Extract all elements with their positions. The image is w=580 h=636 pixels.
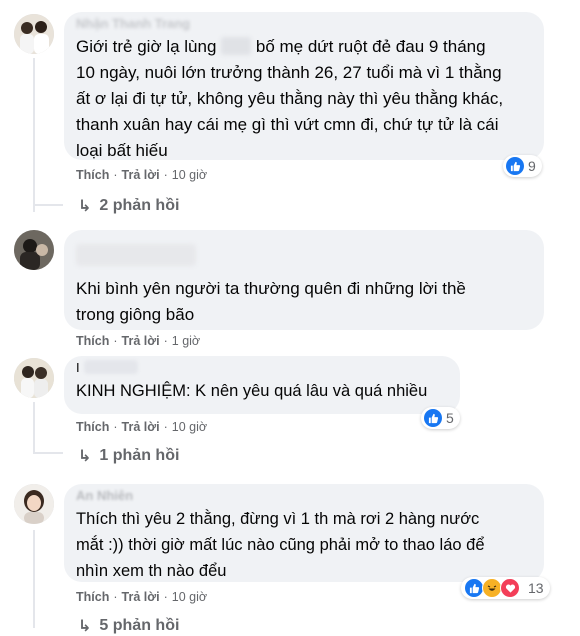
reply-arrow-icon: ↳ (78, 448, 92, 465)
comment-bubble: Khi bình yên người ta thường quên đi nhữ… (64, 230, 544, 330)
timestamp[interactable]: 1 giờ (172, 334, 200, 348)
thread-line-curve (33, 452, 63, 454)
thread-line (33, 530, 35, 628)
avatar[interactable] (14, 14, 54, 54)
like-button[interactable]: Thích (76, 168, 109, 182)
reaction-summary[interactable]: 9 (503, 155, 542, 177)
thread-line (33, 58, 35, 212)
comment-text: Giới trẻ giờ lạ lùng bố mẹ dứt ruột đẻ đ… (76, 37, 504, 160)
haha-reaction-icon (482, 578, 502, 598)
reply-arrow-icon: ↳ (78, 198, 92, 215)
view-replies-link[interactable]: ↳ 2 phản hồi (78, 196, 179, 216)
like-reaction-icon (424, 409, 442, 427)
reaction-summary[interactable]: 5 (421, 407, 460, 429)
reaction-summary[interactable]: 13 (461, 577, 550, 599)
love-reaction-icon (500, 578, 520, 598)
reply-button[interactable]: Trả lời (122, 334, 160, 348)
like-button[interactable]: Thích (76, 420, 109, 434)
reply-button[interactable]: Trả lời (122, 168, 160, 182)
comment-author[interactable]: Nhận Thanh Trang (76, 12, 532, 34)
like-reaction-icon (464, 578, 484, 598)
avatar[interactable] (14, 484, 54, 524)
comment-text: Khi bình yên người ta thường quên đi nhữ… (76, 279, 466, 324)
like-button[interactable]: Thích (76, 590, 109, 604)
thread-line (33, 402, 35, 454)
reaction-count: 5 (446, 410, 454, 426)
view-replies-link[interactable]: ↳ 1 phản hồi (78, 446, 179, 466)
comment-bubble: Nhận Thanh Trang Giới trẻ giờ lạ lùng bố… (64, 12, 544, 160)
timestamp[interactable]: 10 giờ (172, 590, 207, 604)
comment-author[interactable]: I (76, 356, 448, 378)
avatar[interactable] (14, 358, 54, 398)
redacted-word (221, 37, 252, 55)
reply-arrow-icon: ↳ (78, 618, 92, 635)
comment-actions: Thích · Trả lời · 10 giờ (76, 420, 208, 434)
avatar[interactable] (14, 230, 54, 270)
comment-text: KINH NGHIỆM: K nên yêu quá lâu và quá nh… (76, 382, 428, 400)
reply-button[interactable]: Trả lời (122, 420, 160, 434)
thread-line-curve (33, 204, 63, 206)
reaction-count: 9 (528, 158, 536, 174)
like-reaction-icon (506, 157, 524, 175)
like-button[interactable]: Thích (76, 334, 109, 348)
comment-bubble: An Nhiên Thích thì yêu 2 thằng, đừng vì … (64, 484, 544, 582)
reaction-count: 13 (528, 580, 544, 596)
comment-author[interactable] (76, 230, 532, 276)
view-replies-link[interactable]: ↳ 5 phản hồi (78, 616, 179, 636)
comment-author[interactable]: An Nhiên (76, 484, 532, 506)
comment-text: Thích thì yêu 2 thằng, đừng vì 1 th mà r… (76, 510, 485, 580)
comment-actions: Thích · Trả lời · 1 giờ (76, 334, 201, 348)
timestamp[interactable]: 10 giờ (172, 420, 207, 434)
timestamp[interactable]: 10 giờ (172, 168, 207, 182)
reply-button[interactable]: Trả lời (122, 590, 160, 604)
comment-bubble: I KINH NGHIỆM: K nên yêu quá lâu và quá … (64, 356, 460, 414)
comment-actions: Thích · Trả lời · 10 giờ (76, 168, 208, 182)
comment-actions: Thích · Trả lời · 10 giờ (76, 590, 208, 604)
